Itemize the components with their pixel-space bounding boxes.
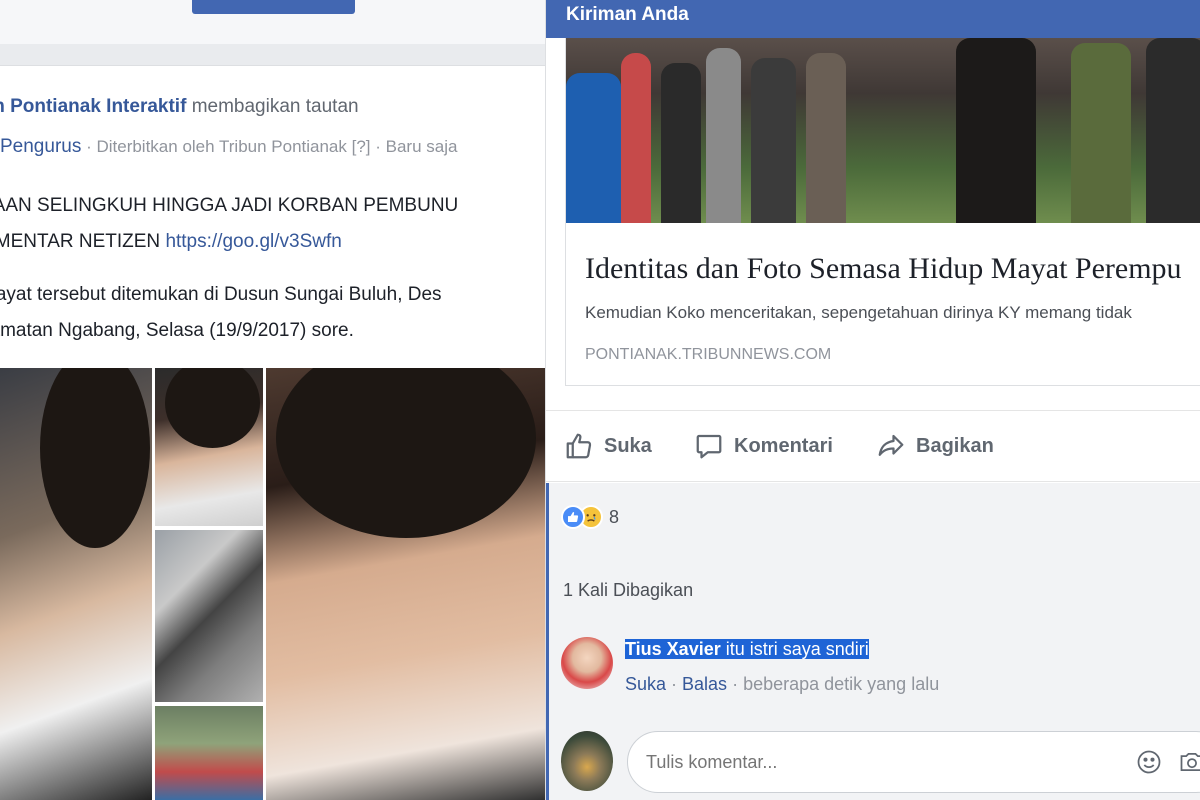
- top-button[interactable]: [192, 0, 355, 14]
- post-header: bun Pontianak Interaktif membagikan taut…: [0, 96, 359, 118]
- share-dialog: Kiriman Anda Identitas dan Foto Semasa H…: [545, 0, 1200, 800]
- action-bar: Suka Komentari Bagikan: [546, 410, 1200, 482]
- post-meta: Pengurus · Diterbitkan oleh Tribun Ponti…: [0, 136, 457, 158]
- comment-reply-link[interactable]: Balas: [682, 674, 727, 694]
- comment-icon: [696, 434, 722, 459]
- comment-author[interactable]: Tius Xavier: [625, 639, 721, 659]
- camera-icon[interactable]: [1177, 748, 1200, 776]
- photo-evidence[interactable]: [155, 530, 263, 702]
- comment-meta: Suka · Balas · beberapa detik yang lalu: [625, 674, 939, 695]
- comment-timestamp[interactable]: beberapa detik yang lalu: [743, 674, 939, 694]
- dialog-title: Kiriman Anda: [566, 4, 689, 25]
- like-button[interactable]: Suka: [564, 429, 652, 463]
- comment-label: Komentari: [734, 434, 833, 457]
- comment-like-link[interactable]: Suka: [625, 674, 666, 694]
- admin-label[interactable]: Pengurus: [0, 136, 81, 157]
- share-count[interactable]: 1 Kali Dibagikan: [563, 580, 693, 601]
- link-domain: PONTIANAK.TRIBUNNEWS.COM: [585, 346, 832, 363]
- post-text-fragment: OMENTAR NETIZEN: [0, 231, 161, 252]
- share-arrow-icon: [878, 434, 904, 456]
- photo-woman-small[interactable]: [155, 368, 263, 526]
- separator: ·: [727, 674, 744, 694]
- link-title[interactable]: Identitas dan Foto Semasa Hidup Mayat Pe…: [585, 252, 1182, 286]
- reaction-count[interactable]: 8: [609, 507, 619, 528]
- page-name-link[interactable]: bun Pontianak Interaktif: [0, 96, 186, 117]
- dialog-header: Kiriman Anda: [546, 0, 1200, 38]
- share-button[interactable]: Bagikan: [876, 429, 994, 463]
- post-text-line: camatan Ngabang, Selasa (19/9/2017) sore…: [0, 320, 354, 341]
- current-user-avatar: [561, 731, 613, 791]
- link-preview-image[interactable]: [566, 38, 1200, 223]
- comment-input-icons: [1135, 748, 1200, 776]
- published-by: · Diterbitkan oleh Tribun Pontianak [?] …: [86, 137, 458, 156]
- photo-collage[interactable]: [0, 368, 545, 800]
- photo-woman-left[interactable]: [0, 368, 152, 800]
- feedback-section: 8 1 Kali Dibagikan Tius Xavier itu istri…: [546, 483, 1200, 800]
- reaction-summary[interactable]: 8: [561, 505, 619, 529]
- feed-post: bun Pontianak Interaktif membagikan taut…: [0, 66, 545, 800]
- thumbs-up-icon: [566, 433, 592, 459]
- like-reaction-icon: [561, 505, 585, 529]
- link-preview-card[interactable]: Identitas dan Foto Semasa Hidup Mayat Pe…: [565, 38, 1200, 386]
- photo-crowd[interactable]: [155, 706, 263, 800]
- photo-woman-right[interactable]: [266, 368, 545, 800]
- separator: ·: [666, 674, 683, 694]
- shared-link-text[interactable]: membagikan tautan: [192, 96, 359, 117]
- comment-body: Tius Xavier itu istri saya sndiri: [625, 639, 869, 660]
- commenter-avatar[interactable]: [561, 637, 613, 689]
- comment-text: itu istri saya sndiri: [720, 639, 869, 659]
- comment-button[interactable]: Komentari: [694, 429, 833, 463]
- post-link[interactable]: https://goo.gl/v3Swfn: [165, 231, 341, 252]
- like-label: Suka: [604, 434, 652, 457]
- post-text-line: mayat tersebut ditemukan di Dusun Sungai…: [0, 284, 442, 305]
- link-description: Kemudian Koko menceritakan, sepengetahua…: [585, 303, 1132, 322]
- post-text-line: SAAN SELINGKUH HINGGA JADI KORBAN PEMBUN…: [0, 195, 459, 216]
- smiley-icon[interactable]: [1135, 748, 1163, 776]
- post-text-line: OMENTAR NETIZEN https://goo.gl/v3Swfn: [0, 231, 545, 253]
- left-pane: bun Pontianak Interaktif membagikan taut…: [0, 0, 545, 800]
- comment-input[interactable]: [627, 731, 1200, 793]
- share-label: Bagikan: [916, 434, 994, 457]
- feed-separator: [0, 44, 545, 66]
